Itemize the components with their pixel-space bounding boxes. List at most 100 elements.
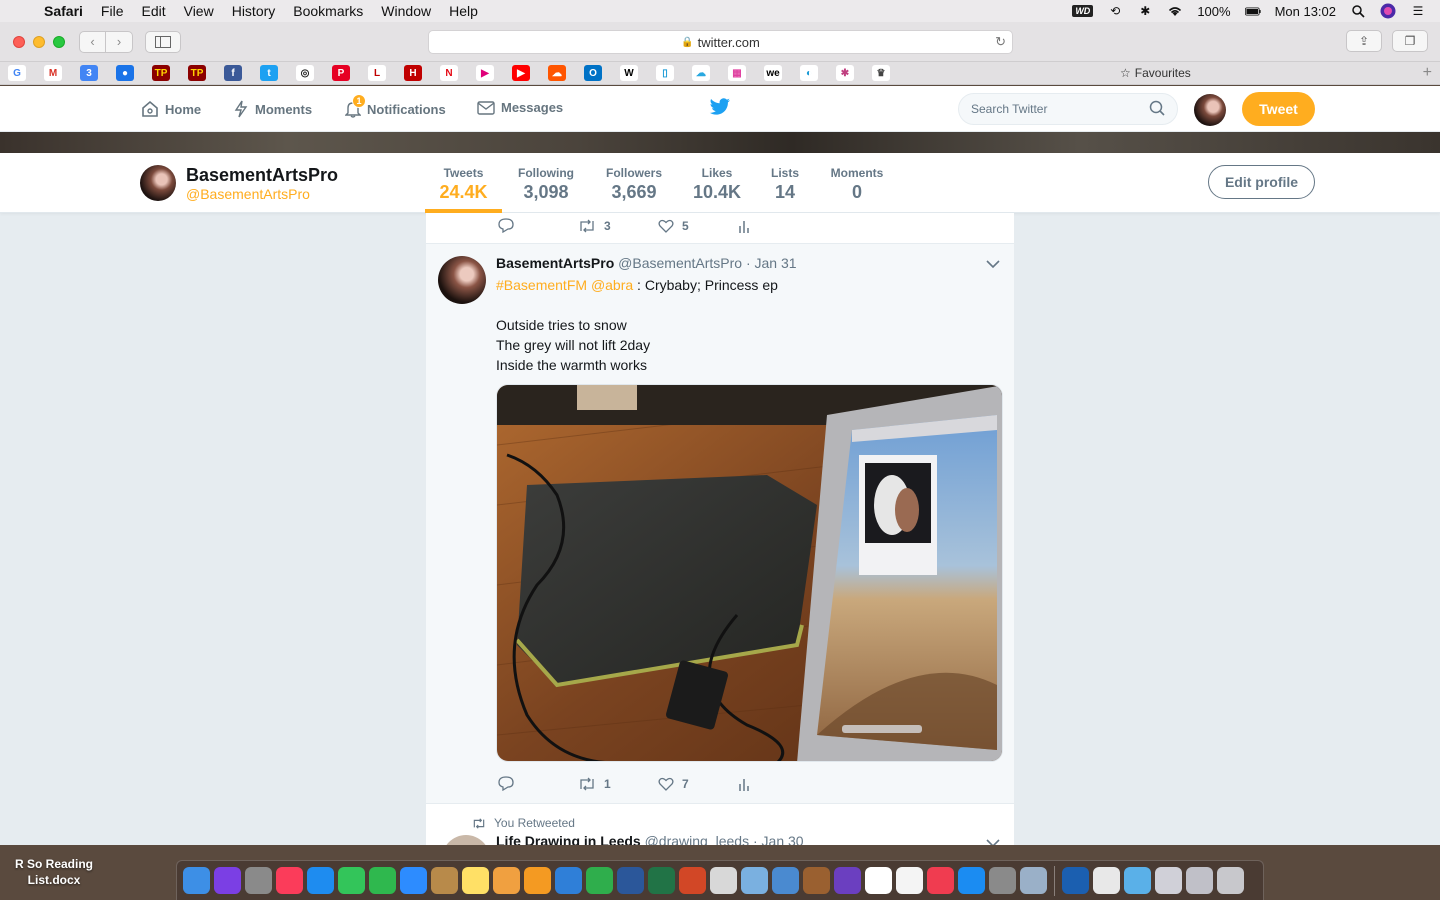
play-icon[interactable]: ▶ (476, 65, 494, 81)
word-icon[interactable] (617, 867, 644, 894)
tab-overview-button[interactable]: ❐ (1392, 30, 1428, 52)
time-machine-icon[interactable]: ⟲ (1107, 4, 1123, 18)
fullscreen-window-button[interactable] (53, 35, 65, 48)
pages-icon[interactable] (524, 867, 551, 894)
menu-window[interactable]: Window (372, 3, 440, 19)
scanner-icon[interactable] (1020, 867, 1047, 894)
new-tab-plus-icon[interactable]: + (1423, 64, 1432, 82)
tp2-icon[interactable]: TP (188, 65, 206, 81)
tweet-author-avatar[interactable] (438, 256, 486, 304)
spotlight-search-icon[interactable] (1350, 4, 1366, 18)
tweet-author-name[interactable]: Life Drawing in Leeds (496, 833, 641, 845)
siri-icon[interactable] (1380, 3, 1396, 19)
life-icon[interactable]: L (368, 65, 386, 81)
facetime-icon[interactable] (369, 867, 396, 894)
compose-tweet-button[interactable]: Tweet (1242, 92, 1315, 126)
menu-history[interactable]: History (223, 3, 285, 19)
tweet-author-name[interactable]: BasementArtsPro (496, 255, 614, 271)
mention-link[interactable]: @abra (591, 277, 633, 293)
guitar-icon[interactable] (803, 867, 830, 894)
tweet-options-chevron-down-icon[interactable] (986, 256, 1000, 272)
photo-viewer-icon[interactable] (772, 867, 799, 894)
youtube-icon[interactable]: ▶ (512, 65, 530, 81)
crown-icon[interactable]: ♛ (872, 65, 890, 81)
search-icon[interactable] (1149, 100, 1165, 116)
launchpad-icon[interactable] (245, 867, 272, 894)
cloud-icon[interactable]: ☁ (692, 65, 710, 81)
stack-icon[interactable] (1186, 867, 1213, 894)
close-window-button[interactable] (13, 35, 25, 48)
tp-icon[interactable]: TP (152, 65, 170, 81)
profile-avatar[interactable] (140, 165, 176, 201)
facebook-icon[interactable]: f (224, 65, 242, 81)
search-twitter-input[interactable]: Search Twitter (958, 93, 1178, 125)
folder-icon[interactable] (1124, 867, 1151, 894)
documents-icon[interactable] (1155, 867, 1182, 894)
stat-following[interactable]: Following 3,098 (510, 166, 582, 203)
notification-center-icon[interactable]: ☰ (1410, 4, 1426, 18)
stat-tweets[interactable]: Tweets 24.4K (425, 166, 502, 203)
tweet-author-handle[interactable]: @drawing_leeds (645, 833, 750, 845)
reply-action[interactable] (498, 218, 578, 233)
tweet-options-chevron-down-icon[interactable] (986, 835, 1000, 845)
calendar-icon[interactable]: 3 (80, 65, 98, 81)
h-icon[interactable]: H (404, 65, 422, 81)
chrome-icon[interactable] (1093, 867, 1120, 894)
tweet-author-handle[interactable]: @BasementArtsPro (618, 255, 742, 271)
hashtag-link[interactable]: #BasementFM (496, 277, 587, 293)
imovie-icon[interactable] (834, 867, 861, 894)
edit-profile-button[interactable]: Edit profile (1208, 165, 1315, 199)
notebook-icon[interactable] (431, 867, 458, 894)
battery-percent[interactable]: 100% (1197, 4, 1230, 19)
netflix-icon[interactable]: N (440, 65, 458, 81)
colors-icon[interactable]: ▦ (728, 65, 746, 81)
we-icon[interactable]: we (764, 65, 782, 81)
battery-icon[interactable] (1244, 4, 1261, 18)
desktop-file-icon[interactable]: R So Reading List.docx (4, 856, 104, 888)
menu-help[interactable]: Help (440, 3, 487, 19)
sidebar-toggle-button[interactable] (145, 30, 181, 53)
preview-icon[interactable] (741, 867, 768, 894)
profile-name[interactable]: BasementArtsPro (186, 165, 338, 186)
excel-icon[interactable] (648, 867, 675, 894)
reply-action[interactable] (498, 776, 578, 791)
calendar-dock-icon[interactable] (865, 867, 892, 894)
analytics-action[interactable] (738, 219, 818, 233)
back-button[interactable]: ‹ (80, 31, 106, 52)
tweet-date[interactable]: · Jan 31 (746, 255, 797, 271)
wifi-icon[interactable] (1167, 4, 1183, 18)
tweet-date[interactable]: · Jan 30 (753, 833, 804, 845)
retweet-action[interactable]: 1 (578, 777, 658, 791)
contacts-icon[interactable]: ● (116, 65, 134, 81)
menu-app-safari[interactable]: Safari (40, 3, 92, 19)
nav-messages[interactable]: Messages (477, 100, 563, 115)
wd-icon[interactable] (1062, 867, 1089, 894)
numbers-icon[interactable] (586, 867, 613, 894)
account-avatar[interactable] (1194, 94, 1226, 126)
safari-icon[interactable] (307, 867, 334, 894)
news-icon[interactable] (927, 867, 954, 894)
pinterest-icon[interactable]: P (332, 65, 350, 81)
bluetooth-icon[interactable]: ✱ (1137, 4, 1153, 18)
tweet-card[interactable]: BasementArtsPro @BasementArtsPro · Jan 3… (426, 244, 1014, 803)
trash-icon[interactable] (1217, 867, 1244, 894)
like-action[interactable]: 7 (658, 777, 738, 791)
soundcloud-icon[interactable]: ☁ (548, 65, 566, 81)
music-icon[interactable] (276, 867, 303, 894)
powerpoint-icon[interactable] (679, 867, 706, 894)
stat-moments[interactable]: Moments 0 (824, 166, 890, 203)
nav-home[interactable]: Home (141, 100, 201, 118)
favourites-folder[interactable]: ☆ Favourites (1120, 66, 1191, 80)
analytics-action[interactable] (738, 777, 818, 791)
menu-edit[interactable]: Edit (132, 3, 174, 19)
profile-handle[interactable]: @BasementArtsPro (186, 186, 310, 202)
chat-icon[interactable]: ◐ (800, 65, 818, 81)
tweet-photo[interactable] (496, 384, 1003, 762)
zoom-icon[interactable] (400, 867, 427, 894)
reminders-icon[interactable] (896, 867, 923, 894)
photos-icon[interactable] (493, 867, 520, 894)
w-icon[interactable]: W (620, 65, 638, 81)
retweet-action[interactable]: 3 (578, 219, 658, 233)
siri-icon[interactable] (214, 867, 241, 894)
address-bar[interactable]: 🔒 twitter.com ↻ (428, 30, 1013, 54)
